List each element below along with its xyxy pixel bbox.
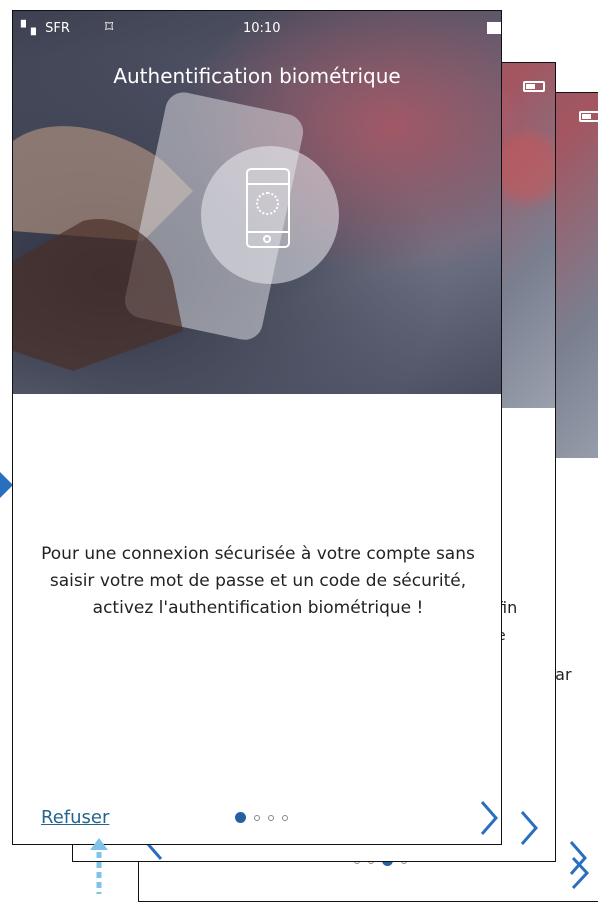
page-dot-active [235,812,246,823]
fingerprint-phone-icon [246,168,290,248]
battery-icon [579,111,598,122]
description-text: Pour une connexion sécurisée à votre com… [41,544,475,618]
screen-title: Authentification biométrique [113,64,401,88]
refuse-link[interactable]: Refuser [41,807,109,828]
battery-icon [487,22,501,34]
biometric-circle [201,146,339,284]
chevron-right-icon[interactable] [518,808,540,848]
wifi-icon: ⌑ [105,17,114,36]
home-button-icon [263,235,271,243]
page-dot [254,814,260,821]
clock: 10:10 [243,21,281,36]
dotted-arrow-annotation-icon [90,838,108,894]
next-chevron-icon[interactable] [479,799,499,837]
battery-icon [523,81,545,92]
hero-image: ▘▖ SFR ⌑ 10:10 Authentification biométri… [13,11,501,394]
page-dot [282,814,288,821]
pagination-dots [235,812,288,823]
status-bar: ▘▖ SFR ⌑ 10:10 [13,11,501,45]
page-dot [268,814,274,821]
fingerprint-icon [256,192,279,215]
chevron-right-icon[interactable] [570,855,590,891]
signal-carrier: ▘▖ SFR [21,21,70,36]
onboarding-screen-1: ▘▖ SFR ⌑ 10:10 Authentification biométri… [12,10,502,845]
